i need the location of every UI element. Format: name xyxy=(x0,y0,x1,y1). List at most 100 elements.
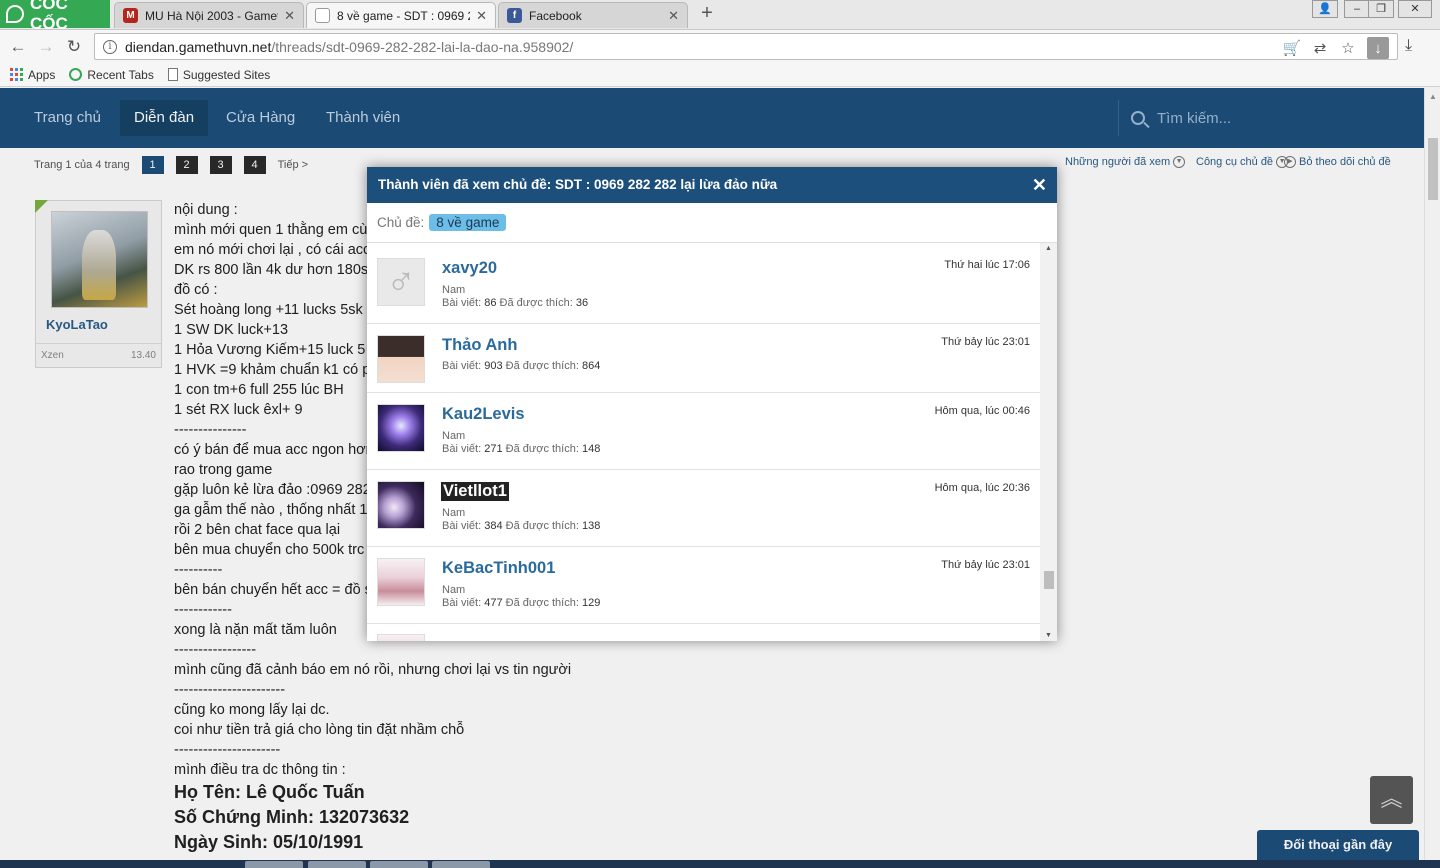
member-gender: Nam xyxy=(442,584,466,596)
last-view-time: Thứ bảy lúc 23:01 xyxy=(941,336,1030,348)
windows-taskbar xyxy=(0,860,1440,868)
male-symbol-icon: ♂ xyxy=(386,259,416,304)
list-item: KeBacTinh001 Nam Bài viết: 477 Đã được t… xyxy=(367,547,1040,624)
shopping-cart-icon[interactable]: 🛒 xyxy=(1283,39,1302,57)
list-item: Vietllot1 Nam Bài viết: 384 Đã được thíc… xyxy=(367,470,1040,547)
last-view-time: Hôm qua, lúc 20:36 xyxy=(934,482,1030,494)
member-stats: Bài viết: 384 Đã được thích: 138 xyxy=(442,520,600,532)
forward-arrow-icon[interactable]: → xyxy=(36,37,56,57)
posts-count: 477 xyxy=(484,597,503,609)
member-gender: Nam xyxy=(442,284,466,296)
close-tab-icon[interactable]: ✕ xyxy=(668,8,679,24)
last-view-time: Hôm qua, lúc 00:46 xyxy=(934,405,1030,417)
likes-count: 864 xyxy=(581,360,601,372)
member-gender: Nam xyxy=(442,507,466,519)
member-stats: Bài viết: 903 Đã được thích: 864 xyxy=(442,360,600,372)
close-tab-icon[interactable]: ✕ xyxy=(476,8,487,24)
posts-label: Bài viết: xyxy=(442,597,482,609)
scrollbar-thumb[interactable] xyxy=(1044,571,1054,589)
browser-toolbar: ← → ↻ i diendan.gamethuvn.net /threads/s… xyxy=(0,30,1440,63)
avatar[interactable] xyxy=(377,481,425,529)
list-item: ♂ xavy20 Nam Bài viết: 86 Đã được thích:… xyxy=(367,247,1040,324)
taskbar-item[interactable] xyxy=(432,861,490,868)
page-favicon-icon xyxy=(315,8,330,23)
posts-label: Bài viết: xyxy=(442,360,482,372)
restore-window-button[interactable]: ❐ xyxy=(1368,0,1394,18)
list-item: Kau2Levis Nam Bài viết: 271 Đã được thíc… xyxy=(367,393,1040,470)
minimize-window-button[interactable]: – xyxy=(1344,0,1370,18)
posts-label: Bài viết: xyxy=(442,443,482,455)
posts-count: 86 xyxy=(484,297,497,309)
member-name[interactable]: Vietllot1 xyxy=(441,482,509,501)
avatar[interactable] xyxy=(377,335,425,383)
viewer-list-scrollbar[interactable]: ▲ ▼ xyxy=(1040,243,1057,641)
thread-prefix-label: Chủ đề: xyxy=(377,215,425,230)
browser-tabstrip: CỐC CỐC M MU Hà Nội 2003 - Gameti ✕ 8 về… xyxy=(0,0,1440,33)
bookmark-label: Suggested Sites xyxy=(182,67,271,82)
bookmark-recent-tabs[interactable]: Recent Tabs xyxy=(69,68,154,82)
thread-prefix-tag[interactable]: 8 về game xyxy=(429,214,507,231)
posts-count: 271 xyxy=(484,443,503,455)
download-arrow-icon[interactable]: ↓ xyxy=(1367,37,1389,59)
bookmark-suggested-sites[interactable]: Suggested Sites xyxy=(167,67,271,82)
member-name[interactable]: Thảo Anh xyxy=(442,336,517,355)
bookmark-star-icon[interactable]: ☆ xyxy=(1339,39,1357,57)
translate-icon[interactable]: ⇄ xyxy=(1311,39,1329,57)
list-item: Thảo Anh Bài viết: 903 Đã được thích: 86… xyxy=(367,324,1040,393)
site-info-icon[interactable]: i xyxy=(103,39,117,54)
likes-count: 36 xyxy=(575,297,589,309)
close-tab-icon[interactable]: ✕ xyxy=(284,8,295,24)
thread-viewers-dialog: Thành viên đã xem chủ đề: SDT : 0969 282… xyxy=(367,167,1057,641)
dialog-subheader: Chủ đề: 8 về game xyxy=(367,203,1057,243)
avatar[interactable]: ♂ xyxy=(377,258,425,306)
likes-count: 129 xyxy=(581,597,601,609)
coccoc-leaf-icon xyxy=(6,5,24,23)
dialog-title: Thành viên đã xem chủ đề: SDT : 0969 282… xyxy=(367,167,1057,203)
bookmark-label: Recent Tabs xyxy=(87,67,154,82)
taskbar-item[interactable] xyxy=(370,861,428,868)
likes-count: 148 xyxy=(581,443,601,455)
browser-tab-mu-hanoi[interactable]: M MU Hà Nội 2003 - Gameti ✕ xyxy=(114,2,304,28)
member-name[interactable]: KeBacTinh001 xyxy=(442,559,555,578)
address-bar-actions: 🛒 ⇄ ☆ ↓ xyxy=(1283,37,1389,59)
member-name[interactable]: xavy20 xyxy=(442,259,497,278)
downloads-icon[interactable]: ⤓ xyxy=(1405,37,1412,55)
likes-label: Đã được thích: xyxy=(505,520,579,532)
likes-label: Đã được thích: xyxy=(505,443,579,455)
close-icon[interactable]: ✕ xyxy=(1032,167,1047,203)
close-window-button[interactable]: ✕ xyxy=(1398,0,1432,18)
likes-label: Đã được thích: xyxy=(505,360,579,372)
dialog-title-text: Thành viên đã xem chủ đề: SDT : 0969 282… xyxy=(378,177,778,192)
browser-tab-facebook[interactable]: f Facebook ✕ xyxy=(498,2,688,28)
coccoc-logo-text: CỐC CỐC xyxy=(29,0,68,33)
scrollbar-thumb[interactable] xyxy=(1428,138,1438,200)
avatar[interactable] xyxy=(377,404,425,452)
bookmark-apps[interactable]: Apps xyxy=(10,68,55,82)
list-item xyxy=(367,624,1040,641)
tab-title: Facebook xyxy=(529,8,582,23)
scroll-down-arrow-icon[interactable]: ▼ xyxy=(1040,632,1057,639)
page-scrollbar[interactable]: ▲ xyxy=(1424,88,1440,860)
member-stats: Bài viết: 271 Đã được thích: 148 xyxy=(442,443,600,455)
back-arrow-icon[interactable]: ← xyxy=(8,37,28,57)
facebook-favicon-icon: f xyxy=(507,8,522,23)
user-profile-icon[interactable]: 👤 xyxy=(1312,0,1338,18)
reload-icon[interactable]: ↻ xyxy=(64,37,84,57)
tab-title: 8 về game - SDT : 0969 28 xyxy=(337,8,471,23)
bookmark-label: Apps xyxy=(28,67,56,82)
viewer-list: ♂ xavy20 Nam Bài viết: 86 Đã được thích:… xyxy=(367,247,1040,641)
taskbar-item[interactable] xyxy=(308,861,366,868)
browser-tab-thread[interactable]: 8 về game - SDT : 0969 28 ✕ xyxy=(306,2,496,28)
address-bar[interactable]: i diendan.gamethuvn.net /threads/sdt-096… xyxy=(94,33,1398,60)
coccoc-logo[interactable]: CỐC CỐC xyxy=(0,0,110,33)
mu-favicon-icon: M xyxy=(123,8,138,23)
avatar[interactable] xyxy=(377,558,425,606)
avatar[interactable] xyxy=(377,634,425,641)
scroll-up-arrow-icon[interactable]: ▲ xyxy=(1040,245,1057,252)
scroll-up-arrow-icon[interactable]: ▲ xyxy=(1425,92,1440,101)
apps-grid-icon xyxy=(10,68,23,81)
new-tab-button[interactable]: + xyxy=(698,3,716,23)
member-name[interactable]: Kau2Levis xyxy=(442,405,525,424)
taskbar-item[interactable] xyxy=(245,861,303,868)
page-icon xyxy=(167,68,178,81)
